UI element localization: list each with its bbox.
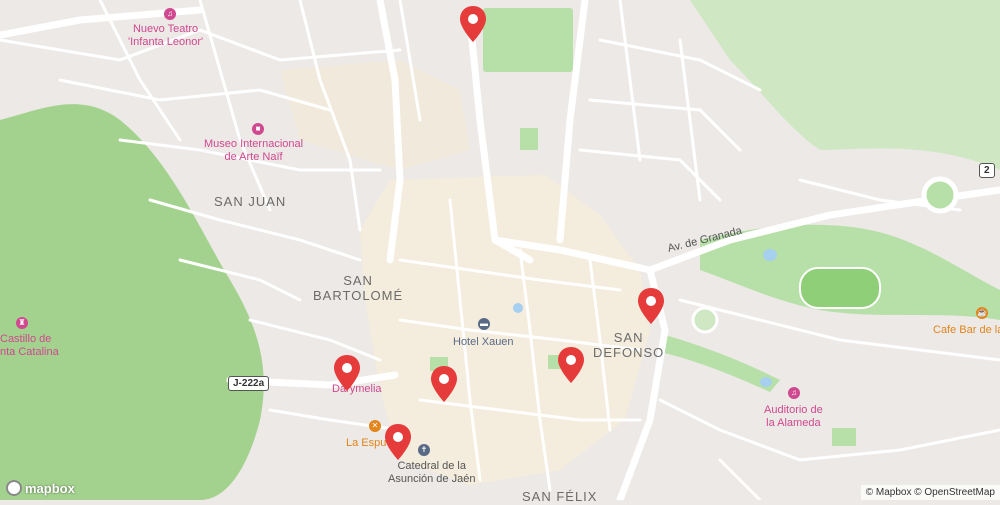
poi-hotel-xauen[interactable]: Hotel Xauen: [453, 336, 514, 349]
poi-auditorio[interactable]: Auditorio de la Alameda: [764, 404, 823, 429]
mapbox-logo[interactable]: mapbox: [6, 480, 75, 496]
mapbox-logo-icon: [6, 480, 22, 496]
museum-icon[interactable]: ■: [252, 123, 264, 135]
poi-catedral[interactable]: Catedral de la Asunción de Jaén: [388, 460, 475, 485]
roundabout: [921, 176, 959, 214]
marker-5[interactable]: [558, 347, 584, 383]
stadium: [799, 267, 881, 309]
poi-auditorio-line1: Auditorio de: [764, 404, 823, 416]
district-label-line2: BARTOLOMÉ: [313, 287, 404, 303]
district-label-line1: SAN: [343, 273, 373, 288]
auditorium-icon[interactable]: ♫: [788, 387, 800, 399]
map-canvas[interactable]: [0, 0, 1000, 500]
poi-museo[interactable]: Museo Internacional de Arte Naïf: [204, 138, 303, 163]
marker-6[interactable]: [385, 424, 411, 460]
mapbox-logo-text: mapbox: [25, 480, 75, 496]
poi-teatro-line1: Nuevo Teatro: [132, 23, 199, 35]
pond: [763, 249, 777, 261]
poi-castillo-line1: Castillo de: [0, 333, 52, 345]
garden-park: [483, 8, 573, 72]
restaurant-icon[interactable]: ✕: [369, 420, 381, 432]
poi-auditorio-line2: la Alameda: [766, 416, 821, 429]
poi-catedral-line2: Asunción de Jaén: [388, 472, 476, 485]
roundabout-small: [691, 306, 719, 334]
poi-teatro[interactable]: Nuevo Teatro 'Infanta Leonor': [128, 23, 203, 48]
marker-3[interactable]: [334, 355, 360, 391]
castle-icon[interactable]: ♜: [16, 317, 28, 329]
small-park-4: [832, 428, 856, 446]
marker-1[interactable]: [460, 6, 486, 42]
poi-teatro-line2: 'Infanta Leonor': [128, 35, 204, 48]
district-san-juan: SAN JUAN: [214, 194, 287, 209]
poi-catedral-line1: Catedral de la: [397, 460, 466, 472]
district-san-bartolome: SAN BARTOLOMÉ: [313, 273, 404, 304]
road-shield-2: 2: [979, 163, 995, 178]
hotel-icon[interactable]: ▬: [478, 318, 490, 330]
cafe-icon[interactable]: ☕: [976, 307, 988, 319]
small-park-1: [520, 128, 538, 150]
marker-4[interactable]: [431, 366, 457, 402]
district-label-line2: DEFONSO: [593, 344, 665, 360]
fountain: [760, 377, 772, 387]
district-san-felix: SAN FÉLIX: [522, 489, 598, 504]
pool: [513, 303, 523, 313]
theatre-icon[interactable]: ♫: [164, 8, 176, 20]
marker-2[interactable]: [638, 288, 664, 324]
poi-museo-line1: Museo Internacional: [204, 138, 304, 150]
poi-castillo[interactable]: Castillo de nta Catalina: [0, 333, 59, 358]
cathedral-icon[interactable]: ✝: [418, 444, 430, 456]
poi-museo-line2: de Arte Naïf: [224, 150, 283, 163]
poi-cafe-bar[interactable]: Cafe Bar de la: [933, 324, 1000, 337]
poi-castillo-line2: nta Catalina: [0, 345, 59, 358]
map-attribution[interactable]: © Mapbox © OpenStreetMap: [860, 485, 1000, 500]
district-san-ildefonso: SAN DEFONSO: [593, 330, 665, 361]
road-shield-j222a: J-222a: [228, 376, 270, 391]
district-label-line1: SAN: [613, 330, 644, 345]
